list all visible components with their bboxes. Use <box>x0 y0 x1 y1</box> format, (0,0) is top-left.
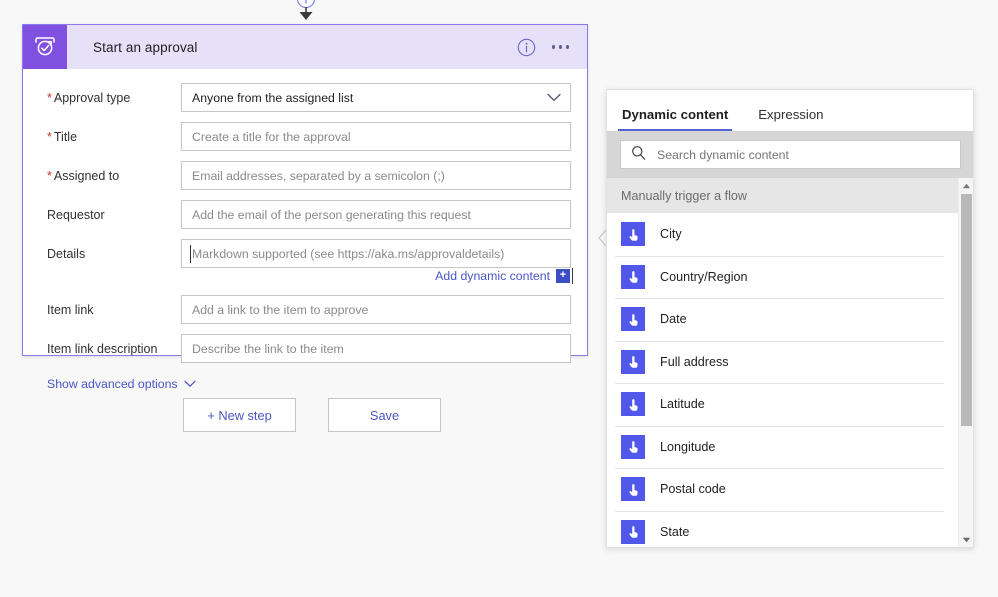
required-asterisk: * <box>47 90 52 105</box>
form-row-item-link: Item link Add a link to the item to appr… <box>36 295 571 324</box>
form-row-assigned-to: * Assigned to Email addresses, separated… <box>36 161 571 190</box>
flow-designer-canvas: Start an approval * Approval type Anyone… <box>0 0 998 597</box>
add-dynamic-content-link[interactable]: Add dynamic content <box>435 269 550 283</box>
chevron-down-icon <box>183 377 196 391</box>
touch-tap-icon <box>621 434 645 459</box>
form-row-details: Details Markdown supported (see https://… <box>36 239 571 268</box>
add-dynamic-content-row: Add dynamic content + <box>36 268 573 284</box>
plus-circle-icon[interactable] <box>286 0 326 24</box>
card-header-actions <box>517 38 588 57</box>
details-input[interactable]: Markdown supported (see https://aka.ms/a… <box>181 239 571 268</box>
touch-tap-icon <box>621 307 645 332</box>
form-row-requestor: Requestor Add the email of the person ge… <box>36 200 571 229</box>
field-label-details: Details <box>47 246 86 261</box>
scroll-down-icon[interactable] <box>959 532 974 547</box>
approval-icon <box>23 25 67 69</box>
ellipsis-icon[interactable] <box>551 45 569 49</box>
requestor-input[interactable]: Add the email of the person generating t… <box>181 200 571 229</box>
list-item-label: City <box>660 227 682 242</box>
approval-form: * Approval type Anyone from the assigned… <box>23 69 587 393</box>
approval-action-card[interactable]: Start an approval * Approval type Anyone… <box>22 24 588 391</box>
touch-tap-icon <box>621 477 645 502</box>
list-item[interactable]: Full address <box>607 340 958 383</box>
required-asterisk: * <box>47 129 52 144</box>
show-advanced-options-toggle[interactable]: Show advanced options <box>47 377 196 391</box>
field-label-assigned-to: * Assigned to <box>47 168 120 183</box>
dynamic-content-list: Manually trigger a flow City Country/Reg… <box>607 178 958 547</box>
form-row-item-link-description: Item link description Describe the link … <box>36 334 571 363</box>
list-item-label: Full address <box>660 354 729 369</box>
assigned-to-input[interactable]: Email addresses, separated by a semicolo… <box>181 161 571 190</box>
list-item-label: Country/Region <box>660 269 748 284</box>
field-label-item-link-description: Item link description <box>47 341 158 356</box>
touch-tap-icon <box>621 264 645 289</box>
search-container: Search dynamic content <box>607 131 973 178</box>
chevron-down-icon <box>547 91 561 105</box>
title-input[interactable]: Create a title for the approval <box>181 122 571 151</box>
list-item[interactable]: Longitude <box>607 425 958 468</box>
panel-tabs: Dynamic content Expression <box>607 90 973 131</box>
list-item[interactable]: Country/Region <box>607 255 958 298</box>
required-asterisk: * <box>47 168 52 183</box>
group-header-manually-trigger-a-flow: Manually trigger a flow <box>607 178 958 213</box>
list-item[interactable]: Date <box>607 298 958 341</box>
field-label-item-link: Item link <box>47 302 94 317</box>
field-label-title: * Title <box>47 129 78 144</box>
show-advanced-options-label: Show advanced options <box>47 377 178 391</box>
scrollbar-thumb[interactable] <box>961 194 972 426</box>
scroll-up-icon[interactable] <box>959 178 974 193</box>
search-icon <box>631 145 646 165</box>
save-button[interactable]: Save <box>328 398 441 432</box>
panel-scrollbar[interactable] <box>958 178 973 547</box>
tab-dynamic-content[interactable]: Dynamic content <box>618 107 733 131</box>
list-item-label: Longitude <box>660 439 716 454</box>
list-item[interactable]: Postal code <box>607 468 958 511</box>
list-item-label: Date <box>660 312 687 327</box>
field-label-requestor: Requestor <box>47 207 105 222</box>
dynamic-content-list-area: Manually trigger a flow City Country/Reg… <box>607 178 973 547</box>
list-item[interactable]: City <box>607 213 958 256</box>
new-step-button[interactable]: + New step <box>183 398 296 432</box>
list-item-label: Latitude <box>660 397 705 412</box>
list-item-label: Postal code <box>660 482 726 497</box>
form-row-approval-type: * Approval type Anyone from the assigned… <box>36 83 571 112</box>
search-dynamic-content-input[interactable]: Search dynamic content <box>620 140 961 169</box>
flow-action-buttons: + New step Save <box>183 398 441 432</box>
form-row-title: * Title Create a title for the approval <box>36 122 571 151</box>
touch-tap-icon <box>621 519 645 544</box>
dynamic-content-panel: Dynamic content Expression Search dynami… <box>606 89 974 548</box>
add-dynamic-content-plus-button[interactable]: + <box>556 268 573 284</box>
item-link-input[interactable]: Add a link to the item to approve <box>181 295 571 324</box>
list-item[interactable]: Latitude <box>607 383 958 426</box>
card-header[interactable]: Start an approval <box>23 25 587 69</box>
touch-tap-icon <box>621 222 645 247</box>
touch-tap-icon <box>621 349 645 374</box>
item-link-description-input[interactable]: Describe the link to the item <box>181 334 571 363</box>
tab-expression[interactable]: Expression <box>754 107 827 131</box>
approval-type-select[interactable]: Anyone from the assigned list <box>181 83 571 112</box>
card-title: Start an approval <box>93 39 198 55</box>
search-placeholder: Search dynamic content <box>657 147 789 162</box>
info-icon[interactable] <box>517 38 536 57</box>
step-connector <box>286 0 326 24</box>
touch-tap-icon <box>621 392 645 417</box>
list-item[interactable]: State <box>607 510 958 547</box>
list-item-label: State <box>660 524 690 539</box>
field-label-approval-type: * Approval type <box>47 90 131 105</box>
